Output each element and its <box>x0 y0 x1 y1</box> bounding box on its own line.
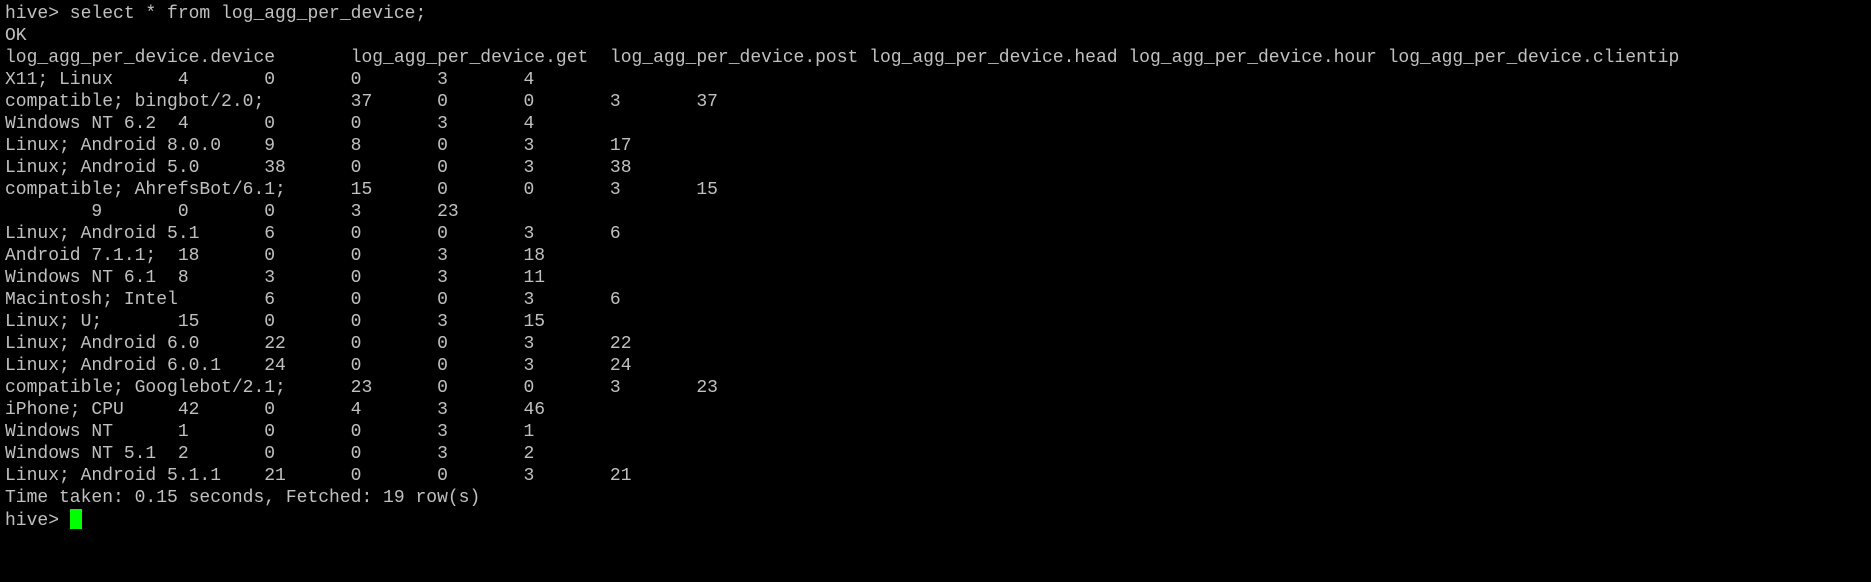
result-row: Linux; Android 6.0 22 0 0 3 22 <box>5 334 632 354</box>
timing-summary: Time taken: 0.15 seconds, Fetched: 19 ro… <box>5 488 481 508</box>
prompt: hive> <box>5 511 70 531</box>
result-row: Windows NT 5.1 2 0 0 3 2 <box>5 444 535 464</box>
result-row: Linux; Android 5.1.1 21 0 0 3 21 <box>5 466 632 486</box>
result-row: iPhone; CPU 42 0 4 3 46 <box>5 400 546 420</box>
result-row: Windows NT 1 0 0 3 1 <box>5 422 535 442</box>
result-row: Windows NT 6.2 4 0 0 3 4 <box>5 114 535 134</box>
result-row: Linux; Android 5.1 6 0 0 3 6 <box>5 224 621 244</box>
result-row: X11; Linux 4 0 0 3 4 <box>5 70 535 90</box>
result-row: Android 7.1.1; 18 0 0 3 18 <box>5 246 546 266</box>
cursor <box>69 509 82 529</box>
result-row: Linux; Android 8.0.0 9 8 0 3 17 <box>5 136 632 156</box>
result-row: 9 0 0 3 23 <box>5 202 459 222</box>
result-row: compatible; bingbot/2.0; 37 0 0 3 37 <box>5 92 718 112</box>
prompt-line[interactable]: hive> <box>5 509 1871 531</box>
result-row: Linux; U; 15 0 0 3 15 <box>5 312 546 332</box>
terminal-window[interactable]: hive> select * from log_agg_per_device; … <box>0 0 1871 582</box>
result-row: Windows NT 6.1 8 3 0 3 11 <box>5 268 546 288</box>
result-row: Macintosh; Intel 6 0 0 3 6 <box>5 290 621 310</box>
result-row: Linux; Android 5.0 38 0 0 3 38 <box>5 158 632 178</box>
command-line: hive> select * from log_agg_per_device; <box>5 4 427 24</box>
result-header-row: log_agg_per_device.device log_agg_per_de… <box>5 48 1680 68</box>
result-row: compatible; AhrefsBot/6.1; 15 0 0 3 15 <box>5 180 718 200</box>
result-row: compatible; Googlebot/2.1; 23 0 0 3 23 <box>5 378 718 398</box>
result-row: Linux; Android 6.0.1 24 0 0 3 24 <box>5 356 632 376</box>
status-ok: OK <box>5 26 27 46</box>
